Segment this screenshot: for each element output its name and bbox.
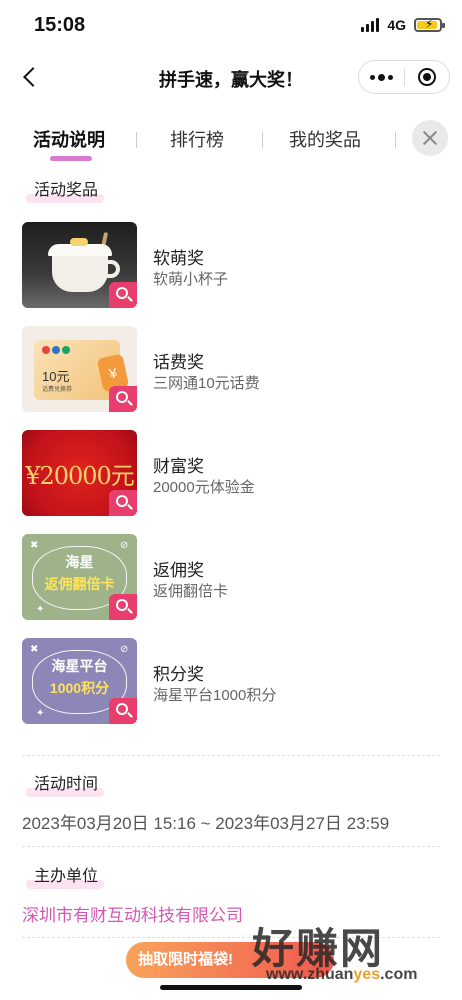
prize-item: ¥20000元 财富奖 20000元体验金 xyxy=(22,430,442,518)
prize-item: ✖ ⊘ ✦ 海星 返佣翻倍卡 返佣奖 返佣翻倍卡 xyxy=(22,534,442,622)
home-indicator xyxy=(160,985,302,990)
prize-name: 话费奖 xyxy=(153,353,204,372)
tab-divider xyxy=(262,132,263,148)
activity-time: 2023年03月20日 15:16 ~ 2023年03月27日 23:59 xyxy=(22,814,390,833)
zoom-icon[interactable] xyxy=(109,698,137,724)
section-divider xyxy=(22,846,440,847)
prize-image-phone-credit[interactable]: 10元 话费兑换券 ¥ xyxy=(22,326,137,412)
thumb-line1: 海星平台 xyxy=(51,658,108,674)
prizes-section-label: 活动奖品 xyxy=(34,182,99,199)
prize-image-wealth[interactable]: ¥20000元 xyxy=(22,430,137,516)
battery-icon: ⚡ xyxy=(414,17,445,32)
status-bar: 15:08 4G ⚡ xyxy=(0,0,462,52)
tab-divider xyxy=(136,132,137,148)
status-time: 15:08 xyxy=(34,14,86,36)
carrier-logos xyxy=(42,346,72,356)
prize-name: 积分奖 xyxy=(153,665,204,684)
watermark-url-hi: yes xyxy=(353,966,381,983)
prize-desc: 软萌小杯子 xyxy=(153,271,229,288)
prize-image-points[interactable]: ✖ ⊘ ✦ 海星平台 1000积分 xyxy=(22,638,137,724)
watermark-url-pre: www.zhuan xyxy=(266,966,354,983)
thumb-line1: 海星 xyxy=(65,554,94,570)
thumb-line2: 1000积分 xyxy=(49,680,110,696)
signal-icon xyxy=(361,18,380,32)
thumb-line2: 返佣翻倍卡 xyxy=(44,576,115,592)
org-section-title: 主办单位 xyxy=(26,862,105,889)
close-mini-program-icon[interactable] xyxy=(404,61,449,93)
tab-my-prizes[interactable]: 我的奖品 xyxy=(289,126,361,152)
watermark-url-post: .com xyxy=(380,966,418,983)
more-icon[interactable] xyxy=(359,61,404,93)
section-divider xyxy=(22,755,440,756)
organizer-link[interactable]: 深圳市有财互动科技有限公司 xyxy=(22,901,243,926)
close-icon[interactable] xyxy=(412,120,448,156)
time-section-label: 活动时间 xyxy=(34,776,99,793)
zoom-icon[interactable] xyxy=(109,490,137,516)
prize-item: 软萌奖 软萌小杯子 xyxy=(22,222,442,310)
tab-leaderboard[interactable]: 排行榜 xyxy=(170,126,224,152)
prize-desc: 20000元体验金 xyxy=(153,479,255,496)
tab-active-indicator xyxy=(50,156,92,161)
prize-image-cup[interactable] xyxy=(22,222,137,308)
zoom-icon[interactable] xyxy=(109,386,137,412)
prize-item: 10元 话费兑换券 ¥ 话费奖 三网通10元话费 xyxy=(22,326,442,414)
prize-item: ✖ ⊘ ✦ 海星平台 1000积分 积分奖 海星平台1000积分 xyxy=(22,638,442,726)
prize-desc: 三网通10元话费 xyxy=(153,375,260,392)
prize-name: 返佣奖 xyxy=(153,561,204,580)
zoom-icon[interactable] xyxy=(109,594,137,620)
tab-activity-info[interactable]: 活动说明 xyxy=(33,126,105,152)
prize-desc: 海星平台1000积分 xyxy=(153,687,277,704)
nav-bar: 拼手速，赢大奖！ xyxy=(0,52,462,104)
mini-program-capsule xyxy=(358,60,450,94)
time-section-title: 活动时间 xyxy=(26,770,105,797)
status-indicators: 4G ⚡ xyxy=(361,17,445,33)
prize-name: 财富奖 xyxy=(153,457,204,476)
thumb-sub: 话费兑换券 xyxy=(42,387,73,393)
zoom-icon[interactable] xyxy=(109,282,137,308)
network-label: 4G xyxy=(387,17,406,33)
prize-desc: 返佣翻倍卡 xyxy=(153,583,229,600)
prizes-section-title: 活动奖品 xyxy=(26,176,105,203)
tab-bar: 活动说明 排行榜 我的奖品 xyxy=(0,118,462,162)
prize-name: 软萌奖 xyxy=(153,249,204,268)
prize-image-rebate-card[interactable]: ✖ ⊘ ✦ 海星 返佣翻倍卡 xyxy=(22,534,137,620)
org-section-label: 主办单位 xyxy=(34,868,99,885)
tab-divider xyxy=(395,132,396,148)
watermark-url: www.zhuanyes.com xyxy=(266,966,417,984)
thumb-text: ¥20000元 xyxy=(25,462,135,490)
thumb-value: 10元 xyxy=(42,369,70,384)
